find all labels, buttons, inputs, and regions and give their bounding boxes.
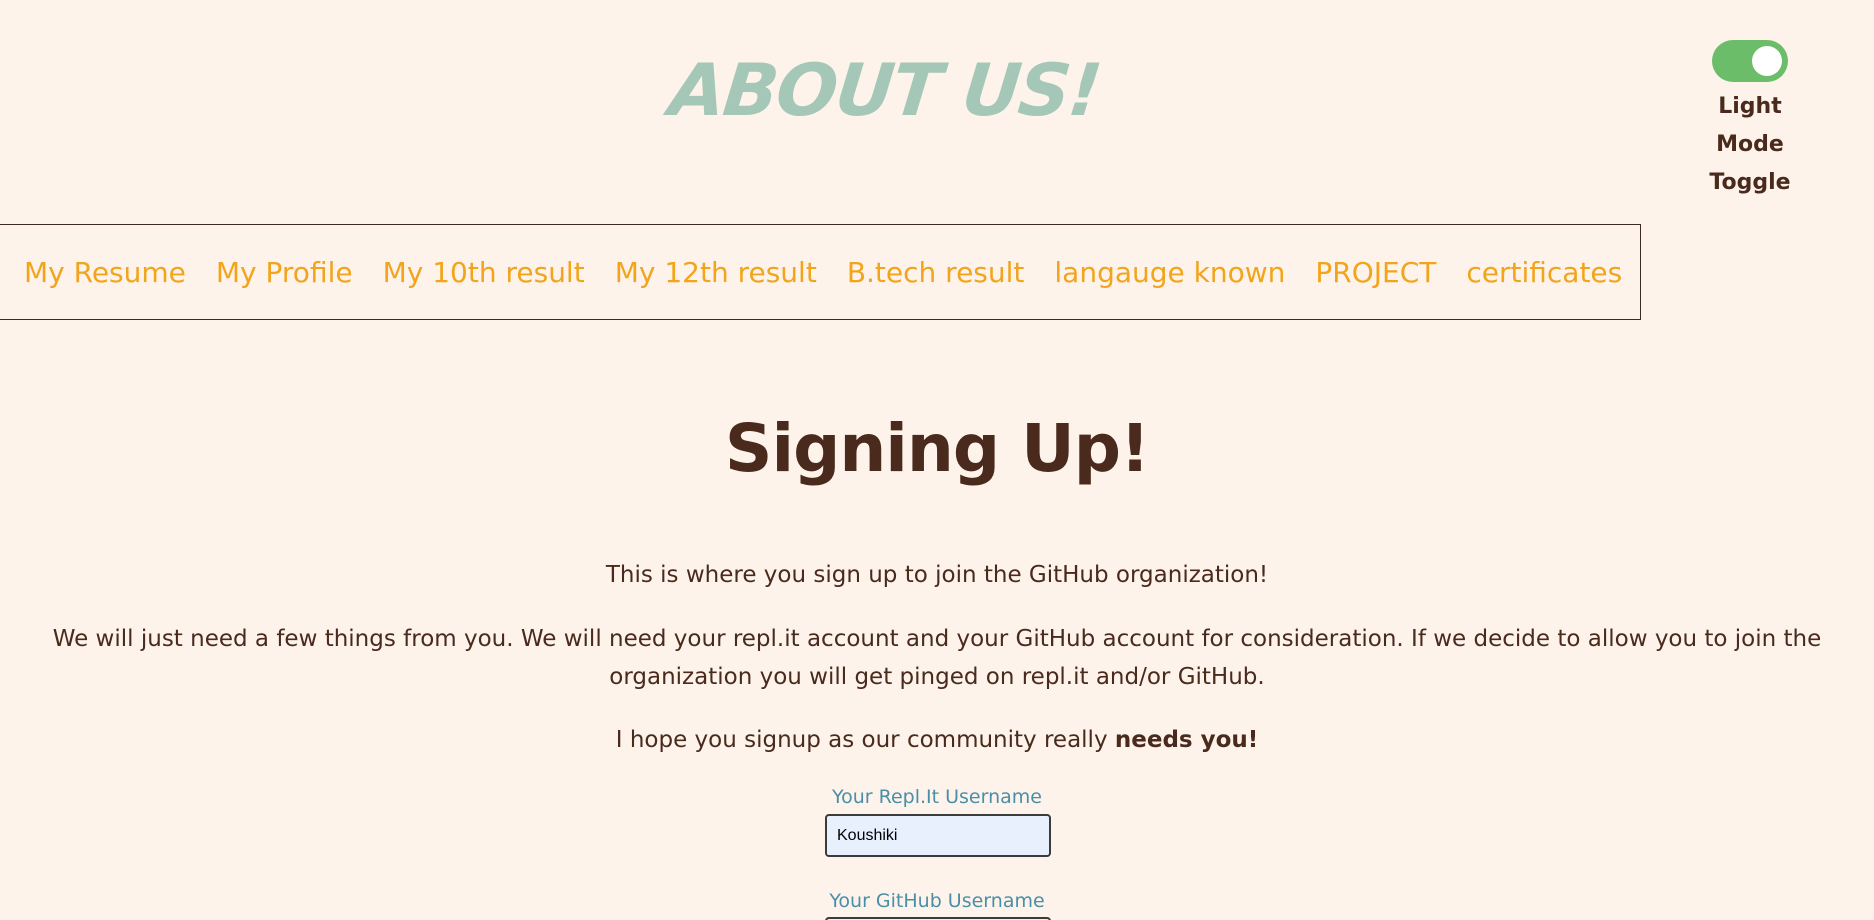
nav-link-language-known[interactable]: langauge known: [1054, 256, 1285, 289]
main-navigation: My Resume My Profile My 10th result My 1…: [0, 224, 1641, 320]
replit-username-input[interactable]: [825, 814, 1051, 857]
toggle-label-light: Light: [1718, 94, 1782, 119]
page: About Us! Light Mode Toggle My Resume My…: [0, 0, 1874, 920]
requirements-paragraph: We will just need a few things from you.…: [52, 626, 1822, 690]
toggle-label-toggle: Toggle: [1709, 170, 1791, 195]
toggle-label-mode: Mode: [1716, 132, 1784, 157]
closing-paragraph-emphasis: needs you!: [1114, 727, 1259, 753]
nav-link-certificates[interactable]: certificates: [1466, 256, 1622, 289]
nav-link-btech-result[interactable]: B.tech result: [847, 256, 1025, 289]
theme-toggle-container: Light Mode Toggle: [1700, 40, 1800, 202]
page-header-title: About Us!: [665, 48, 1105, 132]
nav-link-my-resume[interactable]: My Resume: [24, 256, 186, 289]
page-title: Signing Up!: [724, 410, 1150, 487]
nav-link-my-profile[interactable]: My Profile: [216, 256, 353, 289]
toggle-knob: [1752, 46, 1782, 76]
closing-paragraph-text: I hope you signup as our community reall…: [615, 727, 1115, 753]
replit-username-label: Your Repl.It Username: [832, 786, 1042, 808]
nav-link-12th-result[interactable]: My 12th result: [615, 256, 817, 289]
light-mode-toggle-switch[interactable]: [1712, 40, 1788, 82]
github-username-label: Your GitHub Username: [829, 890, 1045, 912]
closing-paragraph: I hope you signup as our community reall…: [0, 721, 1874, 759]
intro-paragraph: This is where you sign up to join the Gi…: [605, 562, 1269, 588]
nav-link-project[interactable]: PROJECT: [1315, 256, 1436, 289]
nav-link-10th-result[interactable]: My 10th result: [383, 256, 585, 289]
